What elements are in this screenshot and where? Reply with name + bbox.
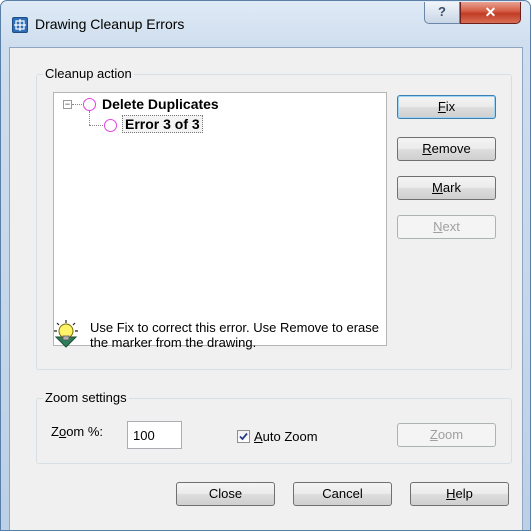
remove-accel: R: [422, 141, 432, 156]
dialog-body: Cleanup action − Delete Duplicates Error…: [9, 47, 523, 530]
cancel-button[interactable]: Cancel: [293, 482, 392, 506]
next-button[interactable]: Next: [397, 215, 496, 239]
help-accel: H: [446, 486, 456, 501]
close-button[interactable]: Close: [176, 482, 275, 506]
help-button[interactable]: Help: [410, 482, 509, 506]
tree-connector: [89, 111, 90, 125]
cleanup-action-label: Cleanup action: [43, 66, 134, 81]
title-close-button[interactable]: ✕: [460, 2, 521, 24]
fix-accel: F: [437, 99, 446, 114]
duplicate-marker-icon: [83, 98, 96, 111]
collapse-icon[interactable]: −: [63, 100, 72, 109]
error-tree[interactable]: − Delete Duplicates Error 3 of 3: [53, 92, 387, 346]
check-mark-icon: [239, 432, 248, 441]
mark-label: ark: [442, 180, 461, 195]
zoom-label-post: om %:: [66, 424, 104, 439]
tree-node-delete-duplicates[interactable]: Delete Duplicates: [102, 96, 219, 112]
fix-label: ix: [445, 99, 456, 114]
remove-label: emove: [431, 141, 471, 156]
zoom-percent-label: Zoom %:: [51, 424, 103, 439]
tree-node-error[interactable]: Error 3 of 3: [122, 115, 203, 133]
mark-accel: M: [432, 180, 443, 195]
lightbulb-icon: [54, 320, 78, 350]
dialog-window: Drawing Cleanup Errors ? ✕ Cleanup actio…: [0, 0, 531, 531]
info-message: Use Fix to correct this error. Use Remov…: [90, 320, 390, 350]
info-line-2: the marker from the drawing.: [90, 335, 257, 350]
zoom-label-pre: Z: [51, 424, 59, 439]
tree-node-error-label: Error 3 of 3: [122, 115, 203, 133]
auto-zoom-label[interactable]: Auto Zoom: [254, 429, 318, 444]
help-label: elp: [455, 486, 473, 501]
auto-zoom-text: uto Zoom: [262, 429, 318, 444]
window-title: Drawing Cleanup Errors: [35, 16, 185, 32]
next-label: ext: [442, 219, 460, 234]
zoom-btn-accel: Z: [429, 427, 438, 442]
zoom-btn-label: oom: [437, 427, 464, 442]
auto-zoom-accel: A: [254, 429, 263, 444]
mark-button[interactable]: Mark: [397, 176, 496, 200]
zoom-settings-label: Zoom settings: [43, 390, 129, 405]
title-help-button[interactable]: ?: [424, 2, 460, 24]
auto-zoom-checkbox[interactable]: [237, 430, 250, 443]
close-label: Close: [208, 486, 243, 501]
error-marker-icon: [104, 119, 117, 132]
cancel-label: Cancel: [322, 486, 363, 501]
remove-button[interactable]: Remove: [397, 137, 496, 161]
tree-connector: [72, 104, 82, 105]
info-line-1: Use Fix to correct this error. Use Remov…: [90, 320, 379, 335]
zoom-button[interactable]: Zoom: [397, 423, 496, 447]
title-bar[interactable]: Drawing Cleanup Errors ? ✕: [1, 1, 530, 47]
zoom-percent-input[interactable]: 100: [127, 421, 182, 449]
tree-connector: [89, 125, 103, 126]
app-icon: [12, 17, 28, 33]
next-accel: N: [433, 219, 443, 234]
fix-button[interactable]: Fix: [397, 95, 496, 119]
